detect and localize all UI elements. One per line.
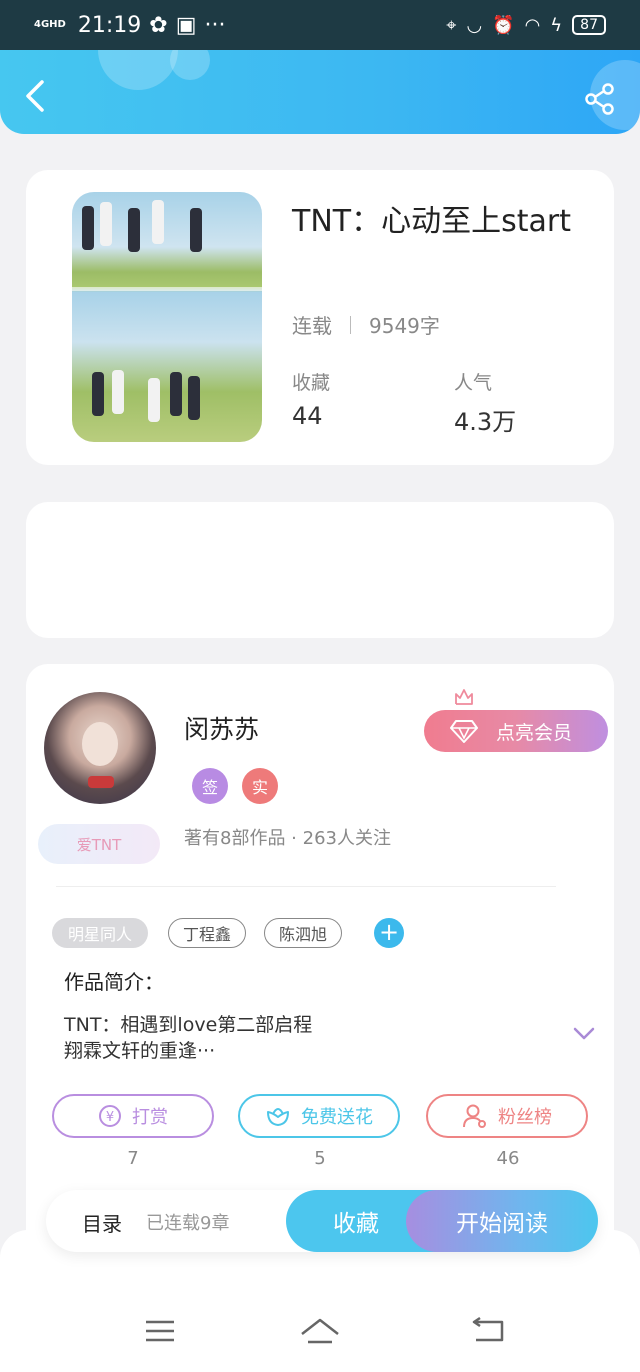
tag-category[interactable]: 明星同人 <box>52 918 148 948</box>
flower-count: 5 <box>314 1148 326 1169</box>
battery-indicator: 87 <box>572 15 606 35</box>
signed-badge: 签 <box>192 768 228 804</box>
send-flower-label: 免费送花 <box>301 1107 373 1128</box>
popularity-value: 4.3万 <box>454 408 517 436</box>
chevron-down-icon[interactable] <box>572 1026 596 1042</box>
intro-line: 翔霖文轩的重逢··· <box>64 1040 216 1062</box>
tip-count: 7 <box>127 1148 139 1169</box>
headphone-icon: ◡ <box>466 14 483 36</box>
book-meta: 连载 9549字 <box>292 310 440 339</box>
flower-icon <box>267 1108 289 1126</box>
book-status: 连载 <box>292 314 332 338</box>
verified-badge: 实 <box>242 768 278 804</box>
share-icon[interactable] <box>584 83 616 115</box>
toc-button[interactable]: 目录 <box>82 1208 122 1237</box>
user-icon <box>463 1104 486 1128</box>
cover-figure <box>188 376 200 420</box>
cover-figure <box>82 206 94 250</box>
fan-ranking-button[interactable]: 粉丝榜 <box>426 1094 588 1138</box>
book-cover-image[interactable] <box>72 192 262 442</box>
charging-icon: ϟ <box>550 14 563 36</box>
fan-badge: 爱TNT <box>38 824 160 864</box>
send-flower-button[interactable]: 免费送花 <box>238 1094 400 1138</box>
vip-button-label: 点亮会员 <box>496 721 573 744</box>
meta-divider <box>350 315 351 334</box>
author-summary: 著有8部作品 · 263人关注 <box>184 828 391 849</box>
book-info-card: TNT：心动至上start 连载 9549字 收藏 44 人气 4.3万 <box>26 170 614 465</box>
avatar-bow <box>88 776 114 788</box>
collect-label: 收藏 <box>292 372 331 394</box>
network-indicator: 4GHD <box>34 19 66 30</box>
avatar-face <box>82 722 118 766</box>
tip-button-label: 打赏 <box>132 1107 168 1128</box>
location-icon: ⌖ <box>446 14 457 36</box>
top-header <box>0 50 640 134</box>
tip-button[interactable]: ¥ 打赏 <box>52 1094 214 1138</box>
cover-figure <box>112 370 124 414</box>
more-notifications: ··· <box>204 12 226 38</box>
crown-icon <box>455 689 473 705</box>
cover-figure <box>92 372 104 416</box>
author-avatar[interactable] <box>44 692 156 804</box>
popularity-label: 人气 <box>454 372 493 394</box>
video-icon: ▣ <box>175 12 197 38</box>
diamond-icon <box>450 720 478 743</box>
wifi-icon: ◠ <box>524 14 541 36</box>
start-reading-button[interactable]: 开始阅读 <box>406 1190 598 1252</box>
section-divider <box>56 886 556 887</box>
vip-button[interactable]: 点亮会员 <box>424 710 608 752</box>
collect-value: 44 <box>292 402 323 430</box>
menu-icon[interactable] <box>140 1316 180 1346</box>
book-title: TNT：心动至上start <box>292 204 571 239</box>
back-icon[interactable] <box>22 78 52 114</box>
fan-ranking-label: 粉丝榜 <box>498 1107 552 1128</box>
cover-figure <box>148 378 160 422</box>
chapter-status: 已连载9章 <box>146 1213 230 1234</box>
cover-figure <box>190 208 202 252</box>
tag-character[interactable]: 丁程鑫 <box>168 918 246 948</box>
clock: 21:19 <box>77 12 142 38</box>
home-icon[interactable] <box>300 1316 340 1346</box>
decor-bubble <box>98 50 178 90</box>
svg-text:¥: ¥ <box>106 1110 114 1125</box>
status-bar: 4GHD 21:19 ✿ ▣ ··· ⌖ ◡ ⏰ ◠ ϟ 87 <box>0 0 640 50</box>
return-icon[interactable] <box>468 1316 508 1346</box>
cover-figure <box>128 208 140 252</box>
intro-text: TNT：相遇到love第二部启程 翔霖文轩的重逢··· <box>64 1012 504 1064</box>
cover-divider <box>72 287 262 291</box>
cover-figure <box>152 200 164 244</box>
cover-figure <box>100 202 112 246</box>
book-word-count: 9549字 <box>369 314 440 338</box>
add-tag-button[interactable]: + <box>374 918 404 948</box>
tag-character[interactable]: 陈泗旭 <box>264 918 342 948</box>
fan-count: 46 <box>496 1148 520 1169</box>
decor-bubble <box>170 50 210 80</box>
alarm-icon: ⏰ <box>492 14 515 36</box>
yen-coin-icon: ¥ <box>99 1105 121 1127</box>
author-name[interactable]: 闵苏苏 <box>184 710 259 746</box>
pinwheel-icon: ✿ <box>149 12 168 38</box>
intro-label: 作品简介： <box>64 970 164 994</box>
intro-line: TNT：相遇到love第二部启程 <box>64 1014 313 1036</box>
cover-figure <box>170 372 182 416</box>
empty-placeholder-card <box>26 502 614 638</box>
bottom-action-bar: 目录 已连载9章 收藏 开始阅读 <box>46 1190 598 1252</box>
